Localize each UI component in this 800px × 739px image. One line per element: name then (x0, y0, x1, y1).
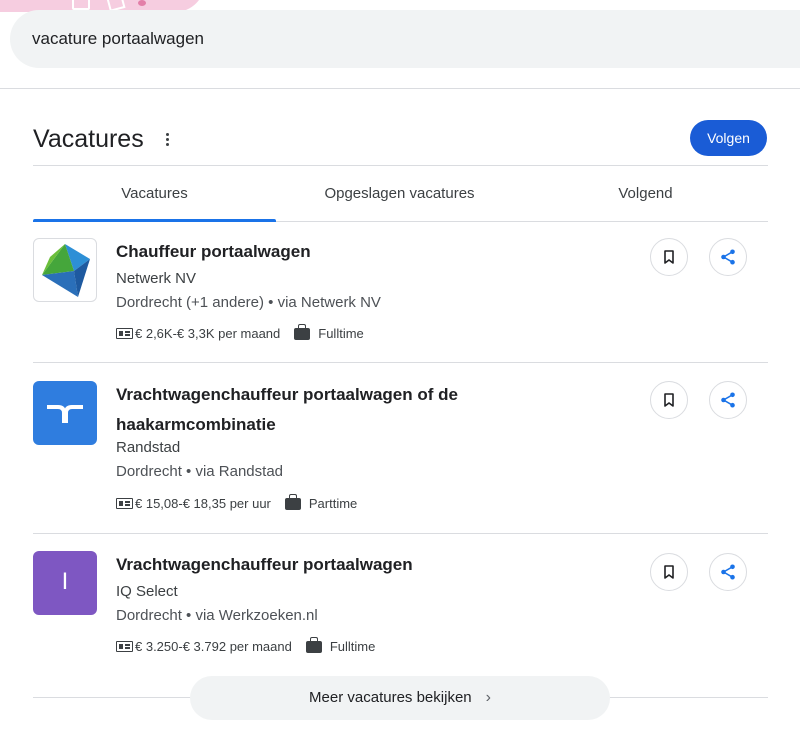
share-icon (721, 249, 735, 265)
briefcase-icon (294, 323, 311, 340)
divider (33, 362, 768, 363)
logo-letter: I (61, 568, 69, 595)
salary-icon (116, 498, 133, 509)
company-logo[interactable] (33, 238, 97, 302)
company-logo[interactable] (33, 381, 97, 445)
job-location: Dordrecht • via Werkzoeken.nl (116, 607, 318, 624)
job-title[interactable]: Chauffeur portaalwagen (116, 237, 516, 267)
briefcase-icon (284, 493, 301, 510)
tabs-bar: Vacatures Opgeslagen vacatures Volgend (33, 165, 768, 222)
share-job-button[interactable] (709, 381, 747, 419)
job-title[interactable]: Vrachtwagenchauffeur portaalwagen of de … (116, 380, 516, 440)
job-type: Fulltime (329, 639, 376, 654)
job-location: Dordrecht • via Randstad (116, 463, 283, 480)
job-type: Fulltime (318, 326, 364, 341)
job-location: Dordrecht (+1 andere) • via Netwerk NV (116, 294, 381, 311)
salary-text: € 15,08-€ 18,35 per uur (135, 496, 271, 511)
company-name: Randstad (116, 439, 181, 456)
tab-saved-jobs[interactable]: Opgeslagen vacatures (276, 166, 523, 221)
save-job-button[interactable] (650, 381, 688, 419)
search-bar[interactable] (10, 10, 800, 68)
follow-button[interactable]: Volgen (690, 120, 767, 156)
bookmark-icon (664, 250, 674, 264)
divider (33, 533, 768, 534)
salary-icon (116, 641, 133, 652)
job-type: Parttime (308, 496, 358, 511)
job-title[interactable]: Vrachtwagenchauffeur portaalwagen (116, 550, 516, 580)
tab-following[interactable]: Volgend (523, 166, 768, 221)
bookmark-icon (664, 393, 674, 407)
save-job-button[interactable] (650, 238, 688, 276)
job-meta: € 2,6K-€ 3,3K per maand Fulltime (116, 323, 364, 341)
company-logo[interactable]: I (33, 551, 97, 615)
share-job-button[interactable] (709, 238, 747, 276)
more-jobs-button[interactable]: Meer vacatures bekijken › (190, 676, 610, 720)
section-title: Vacatures (33, 125, 144, 153)
search-header (0, 0, 800, 89)
company-name: IQ Select (116, 583, 178, 600)
tab-vacatures[interactable]: Vacatures (33, 166, 276, 222)
company-name: Netwerk NV (116, 270, 197, 287)
share-icon (721, 564, 735, 580)
share-job-button[interactable] (709, 553, 747, 591)
more-jobs-label: Meer vacatures bekijken (309, 689, 472, 706)
chevron-right-icon: › (485, 689, 491, 706)
share-icon (721, 392, 735, 408)
salary-icon (116, 328, 133, 339)
salary-text: € 2,6K-€ 3,3K per maand (135, 326, 281, 341)
job-meta: € 15,08-€ 18,35 per uur Parttime (116, 493, 358, 511)
briefcase-icon (305, 636, 322, 653)
more-options-icon[interactable] (160, 131, 174, 151)
salary-text: € 3.250-€ 3.792 per maand (135, 639, 292, 654)
bookmark-icon (664, 565, 674, 579)
job-meta: € 3.250-€ 3.792 per maand Fulltime (116, 636, 376, 654)
save-job-button[interactable] (650, 553, 688, 591)
search-input[interactable] (32, 26, 632, 52)
